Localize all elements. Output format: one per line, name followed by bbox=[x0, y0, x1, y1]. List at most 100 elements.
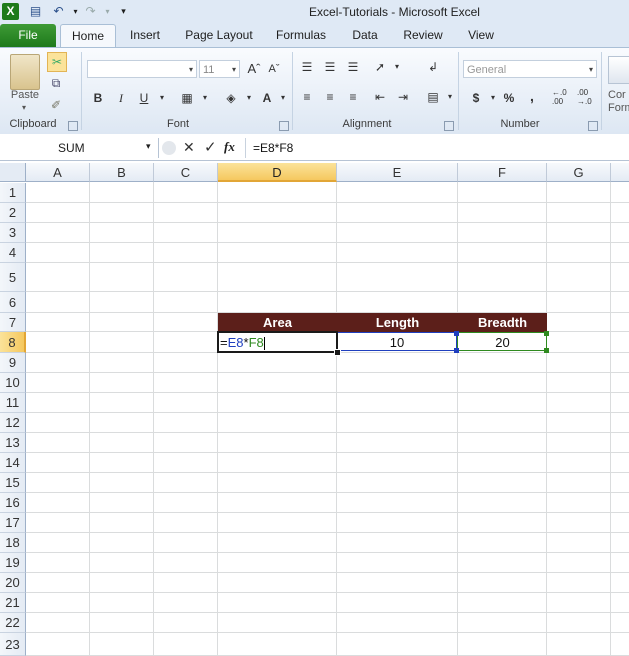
align-top-icon[interactable]: ☰ bbox=[298, 58, 316, 76]
column-header-h[interactable] bbox=[611, 163, 629, 182]
row-header-14[interactable]: 14 bbox=[0, 453, 26, 473]
name-box[interactable]: SUM ▾ bbox=[0, 138, 159, 158]
row-header-6[interactable]: 6 bbox=[0, 292, 26, 313]
paste-dropdown-icon[interactable]: ▾ bbox=[14, 103, 34, 112]
clipboard-launcher-icon[interactable] bbox=[68, 121, 78, 131]
row-header-19[interactable]: 19 bbox=[0, 553, 26, 573]
enter-icon[interactable]: ✓ bbox=[204, 138, 217, 156]
merge-center-icon[interactable]: ▤ bbox=[424, 88, 442, 106]
tab-review[interactable]: Review bbox=[395, 24, 451, 47]
row-header-11[interactable]: 11 bbox=[0, 393, 26, 413]
table-header-breadth[interactable]: Breadth bbox=[458, 313, 547, 332]
gridline-horizontal bbox=[26, 432, 629, 433]
align-left-icon[interactable]: ≡ bbox=[298, 88, 316, 106]
merge-dropdown-icon[interactable]: ▾ bbox=[441, 88, 459, 106]
font-color-dropdown-icon[interactable]: ▾ bbox=[274, 89, 292, 107]
bold-button[interactable]: B bbox=[89, 89, 107, 107]
row-header-8[interactable]: 8 bbox=[0, 332, 26, 353]
wrap-text-icon[interactable]: ↲ bbox=[424, 58, 442, 76]
row-header-20[interactable]: 20 bbox=[0, 573, 26, 593]
conditional-formatting-icon[interactable] bbox=[608, 56, 629, 84]
fill-color-icon[interactable]: ◈ bbox=[222, 89, 240, 107]
name-box-dropdown-icon[interactable]: ▾ bbox=[146, 141, 151, 152]
fill-color-dropdown-icon[interactable]: ▾ bbox=[240, 89, 258, 107]
column-header-c[interactable]: C bbox=[154, 163, 218, 182]
clipboard-group-label: Clipboard bbox=[9, 118, 57, 130]
column-header-b[interactable]: B bbox=[90, 163, 154, 182]
alignment-launcher-icon[interactable] bbox=[444, 121, 454, 131]
underline-button[interactable]: U bbox=[135, 89, 153, 107]
formula-input[interactable]: =E8*F8 bbox=[253, 141, 293, 155]
tab-file[interactable]: File bbox=[0, 24, 56, 47]
tab-view[interactable]: View bbox=[458, 24, 504, 47]
row-header-5[interactable]: 5 bbox=[0, 263, 26, 292]
decrease-decimal-button[interactable]: .00 →.0 bbox=[577, 88, 599, 108]
row-header-12[interactable]: 12 bbox=[0, 413, 26, 433]
font-name-dropdown[interactable]: ▾ bbox=[87, 60, 197, 78]
column-header-g[interactable]: G bbox=[547, 163, 611, 182]
decrease-indent-icon[interactable]: ⇤ bbox=[371, 88, 389, 106]
table-header-area[interactable]: Area bbox=[218, 313, 337, 332]
cancel-icon[interactable]: ✕ bbox=[183, 139, 195, 156]
percent-button[interactable]: % bbox=[500, 89, 518, 107]
number-format-dropdown[interactable]: General ▾ bbox=[463, 60, 597, 78]
row-header-15[interactable]: 15 bbox=[0, 473, 26, 493]
shrink-font-icon[interactable]: Aˇ bbox=[265, 60, 283, 78]
row-header-16[interactable]: 16 bbox=[0, 493, 26, 513]
orientation-icon[interactable]: ➚ bbox=[371, 58, 389, 76]
borders-dropdown-icon[interactable]: ▾ bbox=[196, 89, 214, 107]
paste-icon[interactable] bbox=[10, 54, 40, 90]
copy-icon[interactable]: ⧉ bbox=[47, 74, 65, 92]
row-header-23[interactable]: 23 bbox=[0, 633, 26, 656]
row-header-21[interactable]: 21 bbox=[0, 593, 26, 613]
borders-icon[interactable]: ▦ bbox=[178, 89, 196, 107]
tab-page-layout[interactable]: Page Layout bbox=[178, 24, 260, 47]
row-header-22[interactable]: 22 bbox=[0, 613, 26, 633]
tab-formulas[interactable]: Formulas bbox=[268, 24, 334, 47]
paste-button[interactable]: Paste bbox=[4, 89, 46, 101]
increase-decimal-button[interactable]: ←.0 .00 bbox=[552, 88, 574, 108]
row-header-17[interactable]: 17 bbox=[0, 513, 26, 533]
row-header-10[interactable]: 10 bbox=[0, 373, 26, 393]
row-header-13[interactable]: 13 bbox=[0, 433, 26, 453]
font-size-dropdown[interactable]: 11 ▾ bbox=[199, 60, 240, 78]
row-header-1[interactable]: 1 bbox=[0, 183, 26, 203]
currency-button[interactable]: $ bbox=[467, 89, 485, 107]
format-painter-icon[interactable]: ✐ bbox=[47, 96, 65, 114]
align-center-icon[interactable]: ≡ bbox=[321, 88, 339, 106]
column-header-e[interactable]: E bbox=[337, 163, 458, 182]
grow-font-icon[interactable]: Aˆ bbox=[245, 60, 263, 78]
formula-bar-grip-icon[interactable] bbox=[162, 141, 176, 155]
column-header-f[interactable]: F bbox=[458, 163, 547, 182]
select-all-corner[interactable] bbox=[0, 163, 26, 182]
cell-e8[interactable]: 10 bbox=[337, 335, 457, 350]
comma-button[interactable]: , bbox=[523, 87, 541, 105]
active-cell-d8[interactable]: =E8*F8 bbox=[217, 331, 338, 353]
align-bottom-icon[interactable]: ☰ bbox=[344, 58, 362, 76]
row-header-2[interactable]: 2 bbox=[0, 203, 26, 223]
insert-function-button[interactable]: fx bbox=[224, 139, 235, 155]
column-header-d[interactable]: D bbox=[218, 163, 337, 182]
font-launcher-icon[interactable] bbox=[279, 121, 289, 131]
row-header-18[interactable]: 18 bbox=[0, 533, 26, 553]
underline-dropdown-icon[interactable]: ▾ bbox=[153, 89, 171, 107]
align-right-icon[interactable]: ≡ bbox=[344, 88, 362, 106]
column-header-a[interactable]: A bbox=[26, 163, 90, 182]
table-header-length[interactable]: Length bbox=[337, 313, 458, 332]
conditional-formatting-button[interactable]: Cor Form bbox=[608, 89, 629, 115]
tab-insert[interactable]: Insert bbox=[120, 24, 170, 47]
align-middle-icon[interactable]: ☰ bbox=[321, 58, 339, 76]
tab-data[interactable]: Data bbox=[342, 24, 388, 47]
row-header-9[interactable]: 9 bbox=[0, 353, 26, 373]
orientation-dropdown-icon[interactable]: ▾ bbox=[388, 58, 406, 76]
number-launcher-icon[interactable] bbox=[588, 121, 598, 131]
cell-f8[interactable]: 20 bbox=[458, 335, 547, 350]
row-header-7[interactable]: 7 bbox=[0, 313, 26, 332]
tab-home[interactable]: Home bbox=[60, 24, 116, 48]
cut-icon[interactable]: ✂ bbox=[47, 52, 67, 72]
row-header-4[interactable]: 4 bbox=[0, 243, 26, 263]
fill-handle-icon[interactable] bbox=[334, 349, 341, 356]
row-header-3[interactable]: 3 bbox=[0, 223, 26, 243]
italic-button[interactable]: I bbox=[112, 89, 130, 107]
increase-indent-icon[interactable]: ⇥ bbox=[394, 88, 412, 106]
